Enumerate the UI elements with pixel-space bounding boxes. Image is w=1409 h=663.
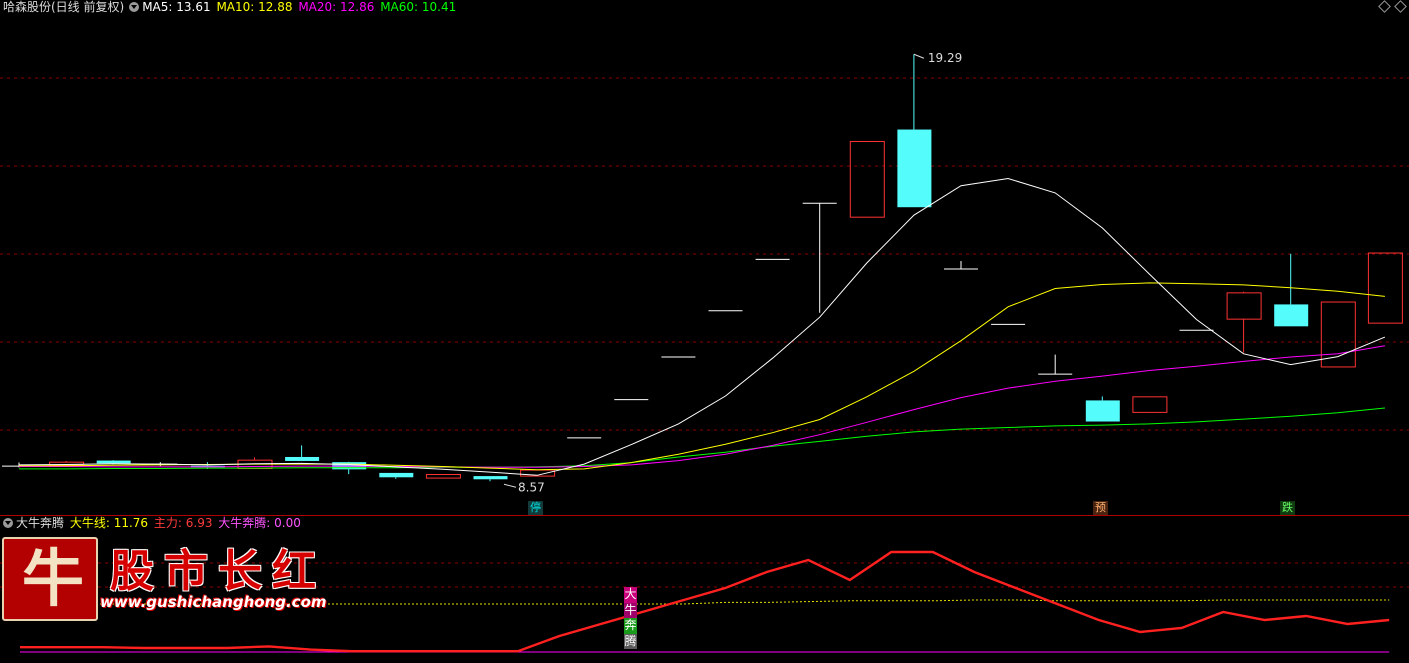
ma10-legend: MA10: 12.88 <box>216 0 293 14</box>
ma5-legend: MA5: 13.61 <box>142 0 211 14</box>
low-label: 8.57 <box>518 480 545 494</box>
candle-body <box>897 129 932 208</box>
tag-char: 奔 <box>624 618 637 634</box>
bull-line-legend: 大牛线: 11.76 <box>69 516 149 530</box>
ma60-line <box>19 407 1385 470</box>
logo-url: www.gushichanghong.com <box>100 593 327 611</box>
candle-body <box>96 460 131 464</box>
logo-glyph: 牛 <box>21 542 84 615</box>
candle-body <box>849 140 885 218</box>
bull-run-legend: 大牛奔腾: 0.00 <box>218 516 301 530</box>
candle-body <box>1274 304 1309 327</box>
low-pointer <box>503 483 517 488</box>
sub-panel-header: 大牛奔腾 大牛线: 11.76 主力: 6.93 大牛奔腾: 0.00 <box>3 516 303 530</box>
candle-body <box>1085 400 1120 422</box>
ma60-legend: MA60: 10.41 <box>380 0 457 14</box>
stock-title: 哈森股份(日线 前复权) <box>3 0 125 14</box>
candle-body <box>1367 252 1403 324</box>
candle-body <box>1226 292 1262 320</box>
signal-label-fall: 跌 <box>1280 501 1295 515</box>
candle-body <box>285 456 320 461</box>
tag-char: 牛 <box>624 602 637 618</box>
tag-char: 腾 <box>624 633 637 649</box>
indicator-title: 大牛奔腾 <box>16 516 65 530</box>
signal-label-warn: 预 <box>1093 501 1108 515</box>
logo-badge: 牛 <box>2 537 98 621</box>
dropdown-indicator-icon[interactable] <box>3 518 13 528</box>
high-label: 19.29 <box>928 51 962 65</box>
main-panel-header: 哈森股份(日线 前复权) MA5: 13.61 MA10: 12.88 MA20:… <box>3 0 458 14</box>
candle-body <box>1320 301 1356 368</box>
candle-body <box>379 472 414 478</box>
watermark-logo: 牛 股市长红 www.gushichanghong.com <box>0 533 340 623</box>
ma5-line <box>18 177 1386 476</box>
tag-char: 大 <box>624 587 637 603</box>
ma10-line <box>19 282 1385 471</box>
candle-body <box>1132 396 1168 413</box>
bull-run-tag: 大 牛 奔 腾 <box>624 587 637 649</box>
signal-label-halt: 停 <box>528 501 543 515</box>
candle-body <box>425 474 461 479</box>
logo-name: 股市长红 <box>110 546 326 597</box>
candle-body <box>473 476 508 480</box>
high-pointer <box>913 53 925 59</box>
main-force-legend: 主力: 6.93 <box>153 516 213 530</box>
ma20-legend: MA20: 12.86 <box>298 0 375 14</box>
dropdown-indicator-icon[interactable] <box>129 2 140 12</box>
